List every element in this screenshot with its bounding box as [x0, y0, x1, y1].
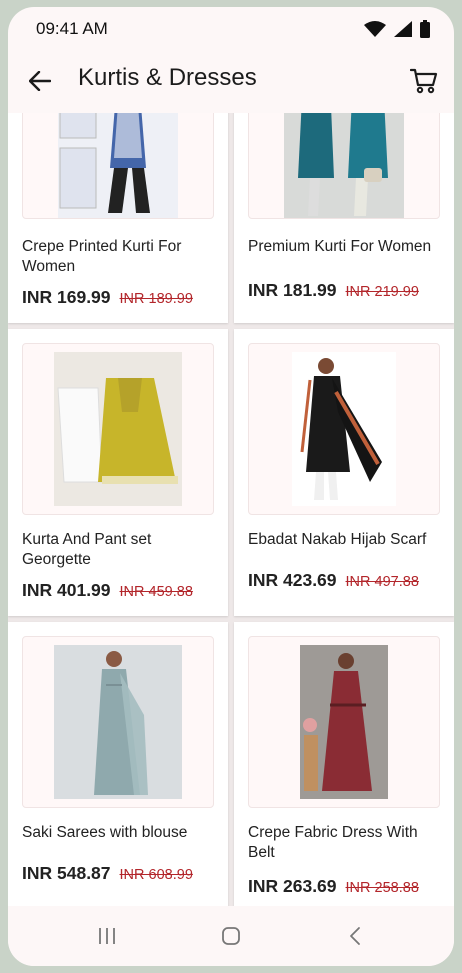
product-old-price: INR 608.99: [119, 867, 193, 883]
cart-icon: [410, 68, 438, 94]
product-image: [22, 113, 214, 219]
product-card[interactable]: Premium Kurti For Women INR 181.99 INR 2…: [234, 113, 454, 323]
battery-icon: [420, 20, 430, 38]
product-price: INR 169.99: [22, 287, 111, 307]
product-old-price: INR 219.99: [345, 284, 419, 300]
wifi-icon: [364, 21, 386, 37]
product-card[interactable]: Crepe Fabric Dress With Belt INR 263.69 …: [234, 622, 454, 906]
back-button[interactable]: [26, 67, 54, 95]
product-price: INR 548.87: [22, 863, 111, 883]
price-row: INR 401.99 INR 459.88: [22, 580, 193, 601]
product-card[interactable]: Saki Sarees with blouse INR 548.87 INR 6…: [8, 622, 228, 906]
product-card[interactable]: Ebadat Nakab Hijab Scarf INR 423.69 INR …: [234, 329, 454, 616]
product-price: INR 181.99: [248, 280, 337, 300]
arrow-left-icon: [29, 71, 51, 91]
product-name: Crepe Printed Kurti For Women: [22, 238, 182, 275]
product-image: [248, 343, 440, 515]
price-row: INR 423.69 INR 497.88: [248, 570, 419, 591]
home-icon: [222, 927, 240, 945]
product-image: [248, 113, 440, 219]
product-old-price: INR 258.88: [345, 880, 419, 896]
page-title: Kurtis & Dresses: [78, 64, 257, 91]
status-icons: [364, 20, 430, 38]
product-name: Kurta And Pant set Georgette: [22, 531, 152, 568]
recents-icon: [99, 928, 115, 944]
nav-back-button[interactable]: [340, 924, 370, 948]
product-old-price: INR 497.88: [345, 574, 419, 590]
product-name: Premium Kurti For Women: [248, 238, 432, 255]
price-row: INR 181.99 INR 219.99: [248, 280, 419, 301]
product-card[interactable]: Kurta And Pant set Georgette INR 401.99 …: [8, 329, 228, 616]
product-old-price: INR 189.99: [119, 291, 193, 307]
price-row: INR 169.99 INR 189.99: [22, 287, 193, 308]
system-nav-bar: [8, 906, 454, 966]
product-name: Crepe Fabric Dress With Belt: [248, 824, 418, 861]
product-old-price: INR 459.88: [119, 584, 193, 600]
signal-icon: [394, 21, 412, 37]
product-price: INR 263.69: [248, 876, 337, 896]
product-grid[interactable]: Crepe Printed Kurti For Women INR 169.99…: [8, 113, 454, 906]
phone-screen: 09:41 AM Kurtis & Dresses Crepe Printed …: [8, 7, 454, 966]
product-card[interactable]: Crepe Printed Kurti For Women INR 169.99…: [8, 113, 228, 323]
product-price: INR 401.99: [22, 580, 111, 600]
price-row: INR 548.87 INR 608.99: [22, 863, 193, 884]
product-image: [248, 636, 440, 808]
status-bar: 09:41 AM: [8, 7, 454, 51]
product-image: [22, 636, 214, 808]
status-time: 09:41 AM: [36, 19, 108, 38]
price-row: INR 263.69 INR 258.88: [248, 876, 419, 897]
product-price: INR 423.69: [248, 570, 337, 590]
recents-button[interactable]: [92, 924, 122, 948]
product-name: Ebadat Nakab Hijab Scarf: [248, 531, 427, 548]
app-bar: Kurtis & Dresses: [8, 51, 454, 113]
home-button[interactable]: [216, 924, 246, 948]
cart-button[interactable]: [408, 65, 440, 97]
product-name: Saki Sarees with blouse: [22, 824, 188, 841]
product-image: [22, 343, 214, 515]
nav-back-icon: [350, 927, 360, 945]
